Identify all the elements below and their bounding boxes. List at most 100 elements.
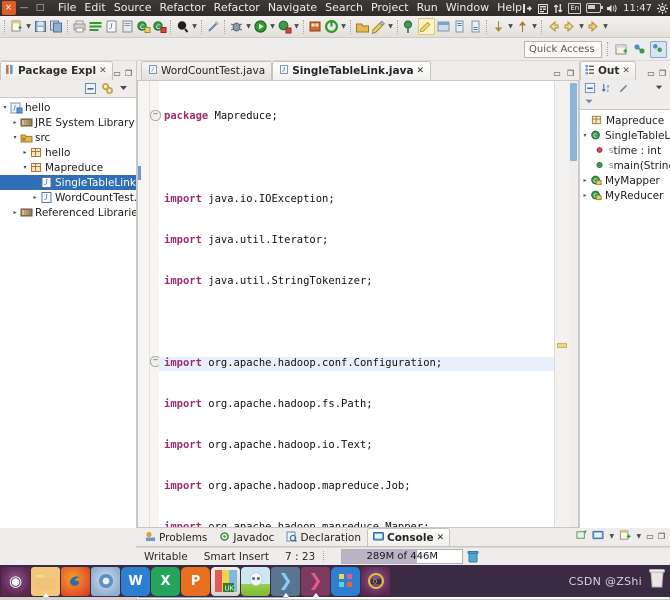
forward-alt-dropdown-arrow[interactable]: ▼ [602, 19, 609, 34]
external-tools-icon[interactable] [277, 19, 292, 34]
tree-item-package-hello[interactable]: ▸ hello [0, 145, 136, 160]
outline-item-method-main[interactable]: S main(String[]) [580, 158, 670, 173]
minimize-icon[interactable]: ▭ [553, 69, 561, 78]
outline-item-package[interactable]: Mapreduce [580, 113, 670, 128]
collapse-all-icon[interactable] [584, 82, 597, 95]
minimize-icon[interactable]: ▭ [646, 532, 654, 541]
launcher-apps-grid[interactable] [331, 566, 360, 596]
menu-navigate[interactable]: Navigate [264, 0, 321, 16]
open-perspective-icon[interactable] [614, 42, 629, 57]
clock[interactable]: 11:47 [623, 3, 652, 14]
previous-annotation-icon[interactable] [452, 19, 467, 34]
menu-source[interactable]: Source [110, 0, 156, 16]
close-icon[interactable]: ✕ [99, 66, 107, 76]
warning-marker[interactable] [557, 343, 567, 348]
link-with-editor-icon[interactable] [101, 82, 114, 95]
forward-dropdown-arrow[interactable]: ▼ [578, 19, 585, 34]
print-icon[interactable] [72, 19, 87, 34]
twisty-icon[interactable]: ▸ [30, 194, 40, 201]
menu-window[interactable]: Window [442, 0, 493, 16]
menu-edit[interactable]: Edit [80, 0, 109, 16]
maximize-icon[interactable]: ❐ [659, 69, 666, 78]
view-menu-icon[interactable] [654, 82, 667, 95]
toggle-mark-occurrences-icon[interactable] [88, 19, 103, 34]
open-task-dropdown-arrow[interactable]: ▼ [387, 19, 394, 34]
display-dropdown-icon[interactable]: ▼ [608, 529, 615, 544]
view-menu-icon[interactable] [118, 82, 131, 95]
outline-item-class-singletablelink[interactable]: ▾ C SingleTableLink [580, 128, 670, 143]
tab-javadoc[interactable]: Javadoc [213, 528, 280, 546]
outline-tree[interactable]: Mapreduce ▾ C SingleTableLink S time : i… [580, 109, 670, 528]
outline-item-field-time[interactable]: S time : int [580, 143, 670, 158]
editor-tab-singletablelink[interactable]: J SingleTableLink.java ✕ [272, 61, 432, 80]
launcher-ubuntu-dash[interactable]: ◉ [1, 566, 30, 596]
launcher-word-processor[interactable]: W [121, 566, 150, 596]
tree-item-referenced-libraries[interactable]: ▸ Referenced Libraries [0, 205, 136, 220]
trash-icon[interactable] [648, 567, 666, 589]
launcher-chromium[interactable] [91, 566, 120, 596]
menu-search[interactable]: Search [321, 0, 367, 16]
volume-icon[interactable] [606, 3, 618, 14]
menu-run[interactable]: Run [413, 0, 442, 16]
close-icon[interactable]: ✕ [437, 533, 445, 543]
new-class-alt-icon[interactable]: C [152, 19, 167, 34]
battery-icon[interactable] [586, 3, 604, 13]
network-updown-icon[interactable] [553, 3, 563, 14]
folding-margin[interactable]: − − [150, 81, 161, 527]
collapse-all-icon[interactable] [84, 82, 97, 95]
new-console-dropdown-icon[interactable]: ▼ [635, 529, 642, 544]
twisty-icon[interactable]: ▸ [580, 177, 590, 184]
new-annotation-icon[interactable] [308, 19, 323, 34]
launcher-terminal-blue[interactable]: ❯ [271, 566, 300, 597]
next-annotation-icon[interactable] [468, 19, 483, 34]
tree-item-src[interactable]: ▾ src [0, 130, 136, 145]
maximize-icon[interactable]: ❐ [125, 69, 132, 78]
twisty-icon[interactable]: ▾ [580, 132, 590, 139]
maximize-icon[interactable]: ❐ [658, 532, 665, 541]
last-edit-dropdown-arrow[interactable]: ▼ [507, 19, 514, 34]
tree-item-singletablelink-java[interactable]: · J SingleTableLink.java [0, 175, 136, 190]
next-edit-location-icon[interactable] [515, 19, 530, 34]
twisty-icon[interactable]: ▾ [20, 164, 30, 171]
debug-dropdown-arrow[interactable]: ▼ [245, 19, 252, 34]
display-selected-console-icon[interactable] [592, 529, 604, 544]
twisty-icon[interactable]: ▸ [20, 149, 30, 156]
twisty-icon[interactable]: ▸ [10, 209, 20, 216]
close-icon[interactable]: × [1, 1, 16, 15]
calendar-icon[interactable] [538, 3, 549, 14]
launcher-firefox[interactable] [61, 566, 90, 596]
gear-icon[interactable] [657, 2, 668, 14]
save-all-icon[interactable] [49, 19, 64, 34]
overview-ruler[interactable] [554, 81, 569, 527]
open-task-icon[interactable] [371, 19, 386, 34]
launcher-terminal-pink[interactable]: ❯ [301, 566, 330, 597]
tree-item-jre-library[interactable]: ▸ JRE System Library [jdk1 [0, 115, 136, 130]
launcher-uk-dictionary[interactable]: UK [211, 566, 240, 596]
package-explorer-tree[interactable]: ▾ J hello ▸ JRE System Library [jdk1 ▾ s… [0, 97, 136, 528]
heap-bar[interactable]: 289M of 446M [341, 549, 464, 564]
menu-project[interactable]: Project [367, 0, 413, 16]
editor-gutter[interactable] [138, 81, 150, 527]
launcher-eclipse-ide[interactable]: O [361, 566, 390, 596]
heap-status[interactable]: 289M of 446M [341, 549, 479, 564]
tab-outline[interactable]: Out ✕ [580, 61, 636, 80]
last-edit-location-icon[interactable] [491, 19, 506, 34]
outline-item-class-myreducer[interactable]: ▸ C MyReducer [580, 188, 670, 203]
run-dropdown-arrow[interactable]: ▼ [269, 19, 276, 34]
quick-access-input[interactable]: Quick Access [524, 40, 602, 58]
close-icon[interactable]: ✕ [622, 66, 630, 76]
window-maximize-button[interactable]: □ [32, 0, 48, 16]
open-type-icon[interactable] [355, 19, 370, 34]
window-minimize-button[interactable]: — [16, 0, 32, 16]
toggle-java-editor-icon[interactable] [418, 18, 435, 35]
new-java-project-icon[interactable]: J [104, 19, 119, 34]
tree-item-wordcounttest-java[interactable]: ▸ J WordCountTest.java [0, 190, 136, 205]
save-icon[interactable] [33, 19, 48, 34]
launcher-robot-app[interactable] [241, 566, 270, 596]
input-method-icon[interactable] [522, 3, 533, 14]
new-wizard-dropdown-arrow[interactable]: ▼ [25, 19, 32, 34]
pin-editor-icon[interactable] [402, 19, 417, 34]
twisty-icon[interactable]: ▾ [0, 104, 10, 111]
next-edit-dropdown-arrow[interactable]: ▼ [531, 19, 538, 34]
hide-fields-icon[interactable] [618, 82, 631, 95]
